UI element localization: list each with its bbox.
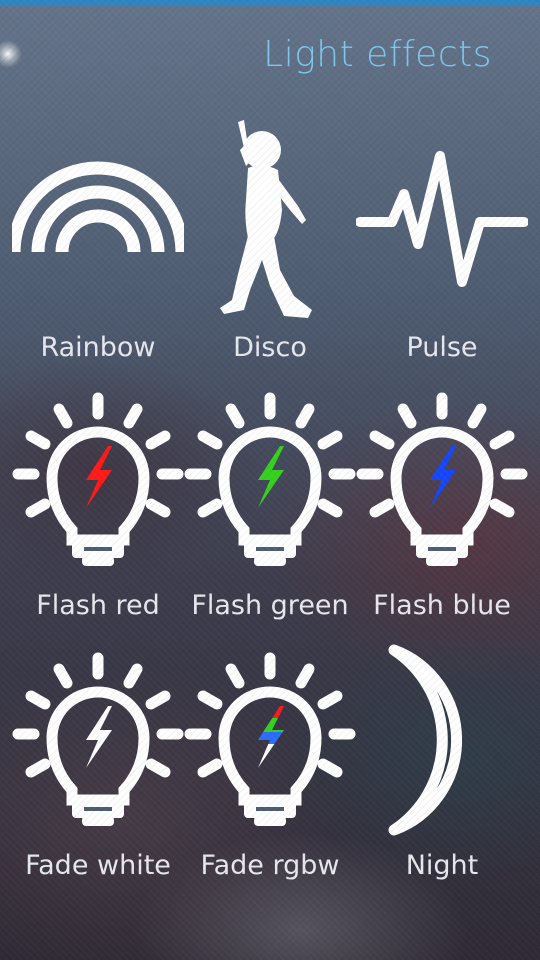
effect-label: Flash green (191, 590, 349, 621)
flash-bolt (258, 446, 284, 508)
bulb-flash-icon (184, 392, 356, 566)
flash-bolt (430, 446, 456, 508)
page-title: Light effects (263, 34, 492, 75)
flash-bolt (86, 446, 112, 508)
effect-flash-green[interactable]: Flash green (184, 390, 356, 650)
moon-icon (388, 644, 463, 836)
effect-label: Night (405, 850, 479, 881)
effect-label: Fade white (25, 850, 171, 881)
effect-disco[interactable]: Disco (184, 110, 356, 370)
effect-night[interactable]: Night (356, 640, 528, 900)
effect-pulse[interactable]: Pulse (356, 110, 528, 370)
effect-rainbow[interactable]: Rainbow (12, 110, 184, 370)
bulb-flash-rgbw-icon (184, 652, 356, 826)
effect-label: Fade rgbw (200, 850, 340, 881)
effect-flash-blue[interactable]: Flash blue (356, 390, 528, 650)
bulb-flash-icon (12, 652, 184, 826)
effect-label: Disco (233, 332, 307, 363)
bulb-flash-icon (12, 392, 184, 566)
flash-bolt-rgbw (258, 706, 284, 768)
effect-label: Flash blue (373, 590, 511, 621)
effect-flash-red[interactable]: Flash red (12, 390, 184, 650)
sparkle-decoration (0, 40, 22, 68)
effect-label: Flash red (36, 590, 160, 621)
effect-fade-white[interactable]: Fade white (12, 650, 184, 910)
effect-label: Pulse (406, 332, 478, 363)
rainbow-icon (12, 161, 184, 253)
effect-label: Rainbow (40, 332, 156, 363)
flash-bolt (86, 706, 112, 768)
pulse-icon (356, 151, 528, 287)
top-accent-bar (0, 0, 540, 6)
effect-fade-rgbw[interactable]: Fade rgbw (184, 650, 356, 910)
disco-dancer-icon (220, 120, 312, 318)
bulb-flash-icon (356, 392, 528, 566)
